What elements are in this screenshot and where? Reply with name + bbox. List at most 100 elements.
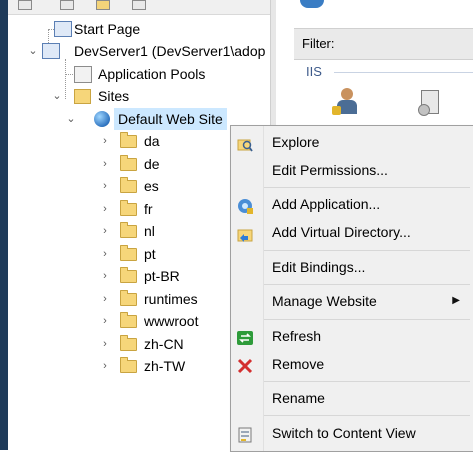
tree-item-folder[interactable]: › es [8, 175, 238, 197]
tree-item-label: runtimes [144, 291, 198, 307]
tree-item-label: Sites [98, 88, 130, 104]
tree-item-folder[interactable]: › nl [8, 220, 238, 242]
menu-item-label: Refresh [272, 328, 322, 344]
menu-separator [264, 415, 470, 416]
tree-item-label: da [144, 133, 160, 149]
tree-toolbar [8, 0, 270, 15]
chevron-down-icon[interactable]: ⌄ [52, 85, 62, 107]
folder-icon [120, 312, 137, 328]
tree-item-folder[interactable]: › zh-TW [8, 355, 238, 377]
chevron-right-icon[interactable]: › [100, 310, 110, 332]
menu-separator [264, 381, 470, 382]
save-icon[interactable] [60, 0, 74, 10]
tree-item-folder[interactable]: › fr [8, 198, 238, 220]
add-virtual-directory-icon [237, 224, 253, 242]
menu-item-label: Switch to Content View [272, 425, 416, 441]
menu-separator [264, 284, 470, 285]
start-page-icon [54, 21, 72, 37]
folder-icon [120, 357, 137, 373]
chevron-right-icon[interactable]: › [100, 355, 110, 377]
folder-icon[interactable] [96, 0, 110, 10]
section-divider [334, 72, 473, 73]
tree-item-application-pools[interactable]: Application Pools [8, 63, 270, 85]
window-edge [0, 0, 8, 450]
tree-item-label: pt [144, 246, 156, 262]
refresh-icon [237, 328, 253, 345]
globe-icon [94, 111, 110, 127]
tree-item-label: Start Page [74, 21, 141, 37]
tree-item-folder[interactable]: › wwwroot [8, 310, 238, 332]
tree-item-label: Default Web Site [114, 108, 227, 130]
menu-item-edit-permissions[interactable]: Edit Permissions... [231, 157, 473, 183]
tree-item-label: nl [144, 223, 155, 239]
chevron-right-icon[interactable]: › [100, 288, 110, 310]
tree-item-folder[interactable]: › pt [8, 243, 238, 265]
folder-icon [120, 267, 137, 283]
tree-item-label: DevServer1 (DevServer1\adop [74, 43, 266, 59]
certificate-icon[interactable] [418, 90, 440, 118]
disconnect-icon[interactable] [132, 0, 146, 10]
server-icon [42, 43, 60, 59]
filter-bar: Filter: [294, 28, 473, 60]
folder-icon [120, 132, 137, 148]
tree-item-folder[interactable]: › runtimes [8, 288, 238, 310]
tree-item-folder[interactable]: › da [8, 130, 238, 152]
tree-item-label: zh-CN [144, 336, 184, 352]
tree-item-sites[interactable]: ⌄ Sites [8, 85, 270, 107]
chevron-right-icon[interactable]: › [100, 153, 110, 175]
tree-item-server[interactable]: ⌄ DevServer1 (DevServer1\adop [8, 40, 270, 62]
folder-icon [120, 335, 137, 351]
tree-item-label: Application Pools [98, 66, 206, 82]
tree-item-folder[interactable]: › de [8, 153, 238, 175]
explore-icon [237, 134, 253, 152]
menu-item-edit-bindings[interactable]: Edit Bindings... [231, 254, 473, 280]
tree-item-label: es [144, 178, 159, 194]
authentication-icon[interactable] [332, 88, 360, 118]
tree-item-label: zh-TW [144, 358, 186, 374]
tree-item-default-web-site[interactable]: ⌄ Default Web Site [66, 108, 234, 130]
content-view-icon [237, 425, 253, 443]
context-menu: Explore Edit Permissions... Add Applicat… [230, 125, 473, 452]
chevron-right-icon[interactable]: › [100, 220, 110, 242]
menu-item-label: Explore [272, 134, 320, 150]
chevron-right-icon[interactable]: › [100, 130, 110, 152]
chevron-right-icon[interactable]: › [100, 265, 110, 287]
menu-item-label: Edit Permissions... [272, 162, 388, 178]
folder-icon [120, 290, 137, 306]
menu-item-explore[interactable]: Explore [231, 129, 473, 155]
menu-item-label: Manage Website [272, 293, 377, 309]
menu-separator [264, 319, 470, 320]
tree-item-folder[interactable]: › zh-CN [8, 333, 238, 355]
chevron-right-icon[interactable]: › [100, 198, 110, 220]
menu-item-label: Rename [272, 390, 325, 406]
menu-item-add-application[interactable]: Add Application... [231, 191, 473, 217]
menu-item-label: Edit Bindings... [272, 259, 366, 275]
menu-item-refresh[interactable]: Refresh [231, 323, 473, 349]
folder-icon [120, 177, 137, 193]
chevron-right-icon[interactable]: › [100, 175, 110, 197]
menu-item-add-virtual-directory[interactable]: Add Virtual Directory... [231, 219, 473, 245]
section-header-iis: IIS [306, 64, 322, 79]
menu-item-label: Remove [272, 356, 325, 372]
chevron-right-icon[interactable]: › [100, 333, 110, 355]
tree-item-folder[interactable]: › pt-BR [8, 265, 238, 287]
chevron-right-icon[interactable]: › [100, 243, 110, 265]
folder-icon [120, 155, 137, 171]
folder-icon [120, 222, 137, 238]
folder-icon [120, 245, 137, 261]
chevron-down-icon[interactable]: ⌄ [66, 108, 76, 130]
menu-item-manage-website[interactable]: Manage Website ▶ [231, 288, 473, 314]
connect-icon[interactable] [18, 0, 32, 10]
folder-icon [120, 200, 137, 216]
menu-item-rename[interactable]: Rename [231, 385, 473, 411]
tree-item-start-page[interactable]: Start Page [8, 18, 270, 40]
submenu-arrow-icon: ▶ [452, 295, 460, 306]
sites-folder-icon [74, 89, 91, 104]
chevron-down-icon[interactable]: ⌄ [28, 40, 38, 62]
application-pools-icon [74, 66, 92, 83]
menu-item-label: Add Application... [272, 196, 381, 212]
tree-item-label: de [144, 156, 160, 172]
menu-item-label: Add Virtual Directory... [272, 224, 411, 240]
menu-item-switch-to-content-view[interactable]: Switch to Content View [231, 420, 473, 446]
menu-item-remove[interactable]: Remove [231, 351, 473, 377]
